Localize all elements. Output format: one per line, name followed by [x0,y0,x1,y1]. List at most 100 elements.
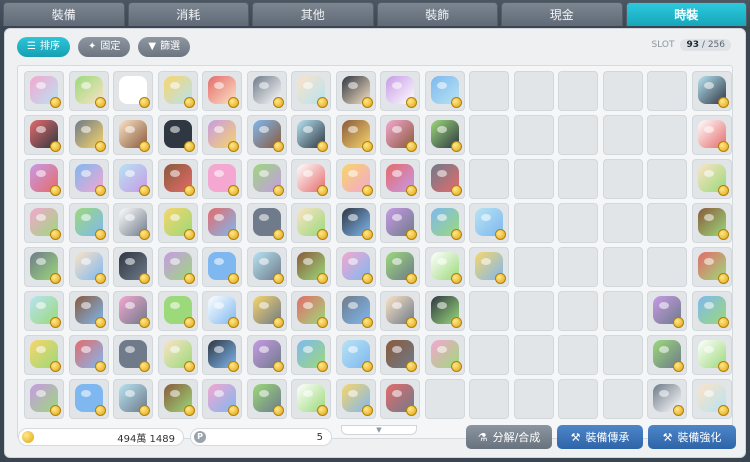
inventory-item-slot[interactable] [202,291,242,331]
inventory-item-slot[interactable] [291,247,331,287]
inventory-item-slot[interactable] [246,247,287,287]
tab-4[interactable]: 現金 [501,2,623,26]
empty-slot[interactable] [513,203,554,243]
inventory-item-slot[interactable] [246,335,287,375]
inventory-item-slot[interactable] [424,159,465,199]
inventory-item-slot[interactable] [424,335,465,375]
empty-slot[interactable] [513,159,554,199]
inventory-item-slot[interactable] [291,203,331,243]
filter-button[interactable]: ▼ 篩選 [138,37,191,57]
dismantle-synthesize-button[interactable]: ⚗ 分解/合成 [466,425,552,449]
inventory-item-slot[interactable] [246,71,287,111]
empty-slot[interactable] [469,115,509,155]
inventory-item-slot[interactable] [469,203,509,243]
inventory-item-slot[interactable] [335,71,376,111]
equipment-enhance-button[interactable]: ⚒ 裝備強化 [648,425,736,449]
inventory-item-slot[interactable] [113,71,153,111]
inventory-item-slot[interactable] [68,335,109,375]
inventory-item-slot[interactable] [291,71,331,111]
inventory-item-slot[interactable] [691,291,732,331]
inventory-item-slot[interactable] [157,335,198,375]
empty-slot[interactable] [469,335,509,375]
inventory-item-slot[interactable] [647,335,687,375]
empty-slot[interactable] [647,71,687,111]
inventory-item-slot[interactable] [469,247,509,287]
inventory-item-slot[interactable] [68,203,109,243]
inventory-item-slot[interactable] [68,291,109,331]
empty-slot[interactable] [647,247,687,287]
inventory-item-slot[interactable] [113,203,153,243]
inventory-item-slot[interactable] [647,379,687,419]
inventory-item-slot[interactable] [691,247,732,287]
empty-slot[interactable] [602,115,643,155]
empty-slot[interactable] [647,115,687,155]
empty-slot[interactable] [602,159,643,199]
inventory-item-slot[interactable] [424,247,465,287]
inventory-item-slot[interactable] [291,335,331,375]
tab-5[interactable]: 時裝 [625,2,747,26]
inventory-item-slot[interactable] [335,159,376,199]
inventory-item-slot[interactable] [647,291,687,331]
inventory-item-slot[interactable] [246,115,287,155]
inventory-item-slot[interactable] [246,203,287,243]
empty-slot[interactable] [558,247,598,287]
tab-0[interactable]: 裝備 [3,2,125,26]
empty-slot[interactable] [558,291,598,331]
empty-slot[interactable] [647,159,687,199]
empty-slot[interactable] [469,291,509,331]
inventory-item-slot[interactable] [380,159,420,199]
empty-slot[interactable] [513,247,554,287]
inventory-item-slot[interactable] [424,203,465,243]
inventory-item-slot[interactable] [24,291,64,331]
scroll-down-handle[interactable]: ▼ [341,425,417,435]
inventory-item-slot[interactable] [380,203,420,243]
tab-3[interactable]: 裝飾 [376,2,498,26]
inventory-item-slot[interactable] [424,71,465,111]
inventory-item-slot[interactable] [424,115,465,155]
inventory-item-slot[interactable] [380,291,420,331]
inventory-item-slot[interactable] [691,159,732,199]
inventory-item-slot[interactable] [380,247,420,287]
inventory-item-slot[interactable] [202,115,242,155]
empty-slot[interactable] [513,115,554,155]
inventory-item-slot[interactable] [246,379,287,419]
inventory-item-slot[interactable] [691,71,732,111]
inventory-item-slot[interactable] [113,379,153,419]
inventory-item-slot[interactable] [335,247,376,287]
empty-slot[interactable] [469,379,509,419]
inventory-item-slot[interactable] [24,115,64,155]
inventory-item-slot[interactable] [202,335,242,375]
inventory-item-slot[interactable] [24,247,64,287]
inventory-item-slot[interactable] [202,203,242,243]
inventory-item-slot[interactable] [157,71,198,111]
empty-slot[interactable] [424,379,465,419]
inventory-item-slot[interactable] [291,291,331,331]
empty-slot[interactable] [469,71,509,111]
empty-slot[interactable] [558,115,598,155]
inventory-item-slot[interactable] [202,159,242,199]
empty-slot[interactable] [602,379,643,419]
inventory-item-slot[interactable] [202,247,242,287]
empty-slot[interactable] [558,335,598,375]
empty-slot[interactable] [558,71,598,111]
empty-slot[interactable] [513,291,554,331]
inventory-item-slot[interactable] [113,291,153,331]
inventory-item-slot[interactable] [380,115,420,155]
inventory-item-slot[interactable] [68,379,109,419]
inventory-item-slot[interactable] [68,115,109,155]
inventory-item-slot[interactable] [246,159,287,199]
inventory-item-slot[interactable] [113,247,153,287]
empty-slot[interactable] [558,159,598,199]
inventory-item-slot[interactable] [335,203,376,243]
inventory-item-slot[interactable] [157,115,198,155]
inventory-item-slot[interactable] [68,247,109,287]
empty-slot[interactable] [513,335,554,375]
empty-slot[interactable] [602,71,643,111]
inventory-item-slot[interactable] [24,335,64,375]
empty-slot[interactable] [602,247,643,287]
empty-slot[interactable] [647,203,687,243]
empty-slot[interactable] [469,159,509,199]
inventory-item-slot[interactable] [380,71,420,111]
inventory-item-slot[interactable] [291,379,331,419]
inventory-item-slot[interactable] [24,203,64,243]
